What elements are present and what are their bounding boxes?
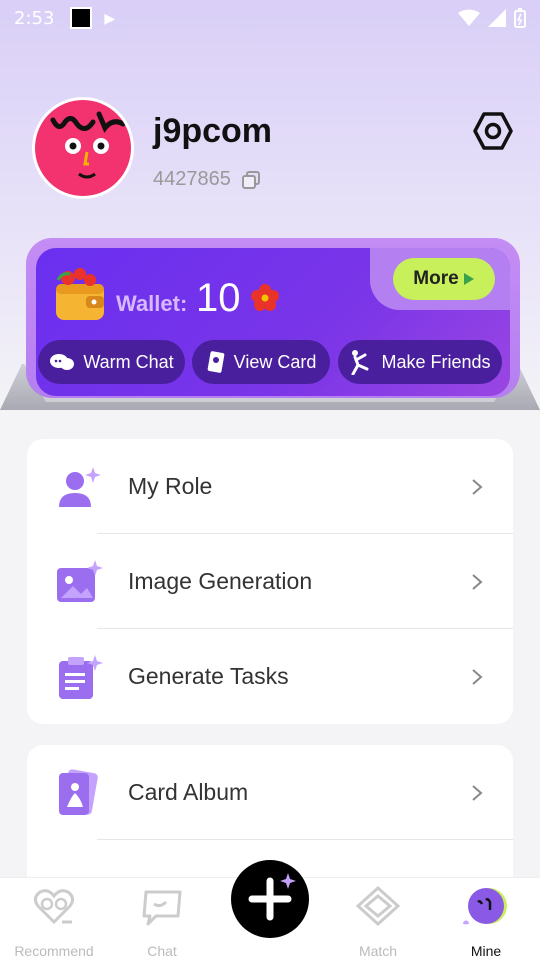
settings-button[interactable] [470,108,516,154]
wallet-more-button[interactable]: More [393,258,495,300]
chat-bubbles-icon [50,354,75,370]
flower-coin-icon [251,284,279,312]
chat-icon [142,890,182,926]
menu-card-primary: My Role Image Generation Generate Tasks [27,439,513,724]
menu-item-image-generation[interactable]: Image Generation [27,534,513,629]
wifi-icon [458,9,480,26]
plus-sparkle-icon [248,873,296,921]
signal-icon [488,9,506,27]
nav-label-recommend: Recommend [14,943,94,959]
menu-item-generate-tasks[interactable]: Generate Tasks [27,629,513,724]
clipboard-sparkle-icon [59,654,103,699]
nav-mine[interactable]: Mine [432,886,540,959]
dancer-icon [351,350,369,375]
play-store-icon: ▶ [104,9,116,26]
wallet-label: Wallet: [116,291,188,316]
nav-label-match: Match [358,943,398,959]
image-sparkle-icon [57,559,103,602]
chevron-right-icon [472,573,483,590]
create-button[interactable] [231,860,309,938]
user-id-text: 4427865 [153,168,231,190]
card-icon [207,351,224,373]
wallet-icon [52,266,108,322]
more-label: More [413,268,459,289]
card-album-icon [59,768,98,815]
chevron-right-icon [472,784,483,801]
wallet-amount: 10 [196,276,241,320]
notification-icon [70,7,93,29]
nav-chat[interactable]: Chat [108,886,216,959]
status-icons [458,8,526,28]
menu-label-generate-tasks: Generate Tasks [128,663,289,689]
avatar-icon [462,888,507,925]
status-time: 2:53 [14,7,55,29]
menu-item-card-album[interactable]: Card Album [27,745,513,840]
warm-chat-button[interactable]: Warm Chat [38,340,185,384]
nav-label-chat: Chat [147,943,177,959]
nav-recommend[interactable]: Recommend [0,886,108,959]
user-sparkle-icon [59,466,101,507]
profile-username: j9pcom [153,112,273,150]
nav-label-mine: Mine [470,943,502,959]
make-friends-button[interactable]: Make Friends [338,340,502,384]
menu-label-card-album: Card Album [128,779,249,805]
menu-label-my-role: My Role [128,473,213,499]
heart-glasses-icon [33,889,75,925]
settings-icon [473,112,513,150]
copy-icon[interactable] [241,170,261,190]
menu-label-image-generation: Image Generation [128,568,313,594]
make-friends-label: Make Friends [381,351,491,372]
profile-user-id: 4427865 [153,168,261,191]
warm-chat-label: Warm Chat [83,351,174,372]
battery-icon [514,8,526,28]
view-card-label: View Card [233,351,317,372]
status-bar: 2:53 ▶ [0,0,540,36]
view-card-button[interactable]: View Card [192,340,330,384]
chevron-right-icon [472,478,483,495]
menu-item-my-role[interactable]: My Role [27,439,513,534]
profile-avatar[interactable] [32,97,134,199]
diamond-icon [355,886,401,926]
chevron-right-icon [472,668,483,685]
nav-match[interactable]: Match [324,886,432,959]
play-arrow-icon [463,273,474,285]
